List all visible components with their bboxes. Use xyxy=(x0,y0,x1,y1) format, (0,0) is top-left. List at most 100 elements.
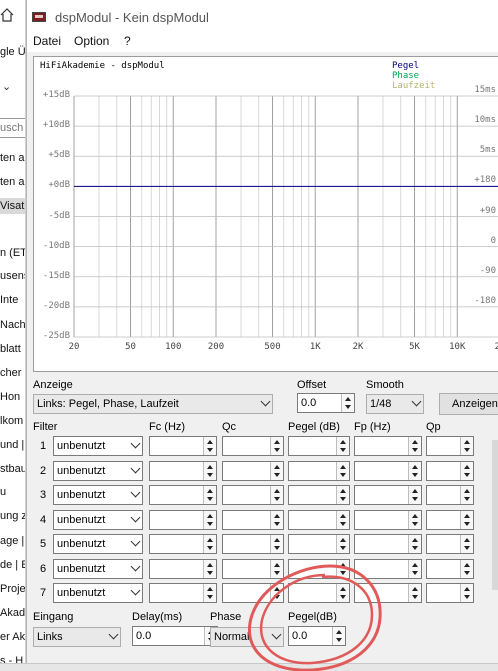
spin-down-icon[interactable] xyxy=(274,497,280,501)
background-list-item[interactable]: ung z xyxy=(0,508,25,524)
background-list-item[interactable]: Visat xyxy=(0,198,25,214)
spin-down-icon[interactable] xyxy=(464,521,470,526)
fp-input[interactable] xyxy=(354,436,422,456)
menu-option[interactable]: Option xyxy=(74,34,109,48)
fp-input[interactable] xyxy=(354,485,422,505)
filter-type-dropdown[interactable]: unbenutzt xyxy=(53,583,143,603)
spin-down-icon[interactable] xyxy=(274,521,280,526)
background-list-item[interactable]: Nach xyxy=(0,317,25,333)
background-list-item[interactable]: u xyxy=(0,484,25,500)
spin-up-icon[interactable] xyxy=(412,464,418,469)
spin-down-icon[interactable] xyxy=(274,570,280,575)
fc-input[interactable] xyxy=(149,460,217,481)
spin-up-icon[interactable] xyxy=(464,440,470,444)
background-list-item[interactable]: cher xyxy=(0,365,25,381)
filter-type-dropdown[interactable]: unbenutzt xyxy=(53,534,143,554)
background-list-item[interactable]: lkom xyxy=(0,413,25,429)
spin-up-icon[interactable] xyxy=(274,562,280,567)
pegel-input[interactable] xyxy=(288,558,350,579)
pegel-input[interactable] xyxy=(288,509,350,530)
qp-input[interactable] xyxy=(426,558,474,579)
fp-input[interactable] xyxy=(354,583,422,603)
spin-up-icon[interactable] xyxy=(207,587,213,591)
spin-up-icon[interactable] xyxy=(464,464,470,469)
spin-down-icon[interactable] xyxy=(336,638,342,642)
qc-input[interactable] xyxy=(222,583,284,603)
menu-help[interactable]: ? xyxy=(124,34,131,48)
spin-up-icon[interactable] xyxy=(274,440,280,444)
qc-input[interactable] xyxy=(222,509,284,530)
spin-up-icon[interactable] xyxy=(464,489,470,493)
spin-up-icon[interactable] xyxy=(412,587,418,591)
spin-up-icon[interactable] xyxy=(340,464,346,469)
spin-down-icon[interactable] xyxy=(340,570,346,575)
background-list-item[interactable]: Akad xyxy=(0,605,25,621)
spin-up-icon[interactable] xyxy=(340,562,346,567)
spin-down-icon[interactable] xyxy=(340,546,346,550)
background-list-item[interactable]: blatt xyxy=(0,341,25,357)
spin-up-icon[interactable] xyxy=(345,397,351,401)
background-list-item[interactable]: Hon xyxy=(0,389,25,405)
qc-input[interactable] xyxy=(222,485,284,505)
background-list-item[interactable]: und | xyxy=(0,437,25,453)
spin-down-icon[interactable] xyxy=(340,595,346,599)
pegel-input[interactable] xyxy=(288,583,350,603)
qp-input[interactable] xyxy=(426,460,474,481)
fc-input[interactable] xyxy=(149,436,217,456)
spin-up-icon[interactable] xyxy=(274,538,280,542)
qp-input[interactable] xyxy=(426,485,474,505)
spin-down-icon[interactable] xyxy=(412,546,418,550)
qc-input[interactable] xyxy=(222,460,284,481)
filter-type-dropdown[interactable]: unbenutzt xyxy=(53,485,143,505)
anzeigen-button[interactable]: Anzeigen xyxy=(439,393,498,415)
spin-up-icon[interactable] xyxy=(412,440,418,444)
spin-down-icon[interactable] xyxy=(207,546,213,550)
spin-down-icon[interactable] xyxy=(412,497,418,501)
filter-type-dropdown[interactable]: unbenutzt xyxy=(53,558,143,579)
qc-input[interactable] xyxy=(222,558,284,579)
spin-up-icon[interactable] xyxy=(207,562,213,567)
spin-down-icon[interactable] xyxy=(464,595,470,599)
spin-down-icon[interactable] xyxy=(207,448,213,452)
fc-input[interactable] xyxy=(149,534,217,554)
spin-down-icon[interactable] xyxy=(464,448,470,452)
anzeige-dropdown[interactable]: Links: Pegel, Phase, Laufzeit xyxy=(33,394,273,414)
spin-down-icon[interactable] xyxy=(412,570,418,575)
spin-up-icon[interactable] xyxy=(340,538,346,542)
smooth-dropdown[interactable]: 1/48 xyxy=(366,394,424,414)
fc-input[interactable] xyxy=(149,509,217,530)
background-list-item[interactable]: stbau xyxy=(0,461,25,477)
spin-up-icon[interactable] xyxy=(340,489,346,493)
spin-up-icon[interactable] xyxy=(274,489,280,493)
spin-up-icon[interactable] xyxy=(464,587,470,591)
qc-input[interactable] xyxy=(222,534,284,554)
fp-input[interactable] xyxy=(354,534,422,554)
home-icon[interactable] xyxy=(0,8,14,22)
background-list-item[interactable]: n (ETI xyxy=(0,245,25,261)
background-list-item[interactable]: ten a xyxy=(0,174,25,190)
spin-up-icon[interactable] xyxy=(464,513,470,518)
fc-input[interactable] xyxy=(149,558,217,579)
spin-down-icon[interactable] xyxy=(412,472,418,477)
background-list-item[interactable]: de | E xyxy=(0,557,25,573)
spin-down-icon[interactable] xyxy=(464,570,470,575)
spin-up-icon[interactable] xyxy=(207,538,213,542)
fp-input[interactable] xyxy=(354,558,422,579)
spin-down-icon[interactable] xyxy=(207,521,213,526)
spin-down-icon[interactable] xyxy=(207,497,213,501)
spin-up-icon[interactable] xyxy=(340,587,346,591)
spin-down-icon[interactable] xyxy=(207,570,213,575)
spin-down-icon[interactable] xyxy=(207,595,213,599)
fc-input[interactable] xyxy=(149,485,217,505)
pegel-input[interactable] xyxy=(288,485,350,505)
qp-input[interactable] xyxy=(426,436,474,456)
fp-input[interactable] xyxy=(354,460,422,481)
menu-datei[interactable]: Datei xyxy=(33,34,61,48)
fp-input[interactable] xyxy=(354,509,422,530)
background-search-field[interactable]: usch xyxy=(0,118,25,138)
spin-down-icon[interactable] xyxy=(412,595,418,599)
spin-down-icon[interactable] xyxy=(274,595,280,599)
qp-input[interactable] xyxy=(426,509,474,530)
spin-down-icon[interactable] xyxy=(412,521,418,526)
window-scrollbar[interactable] xyxy=(492,440,498,590)
